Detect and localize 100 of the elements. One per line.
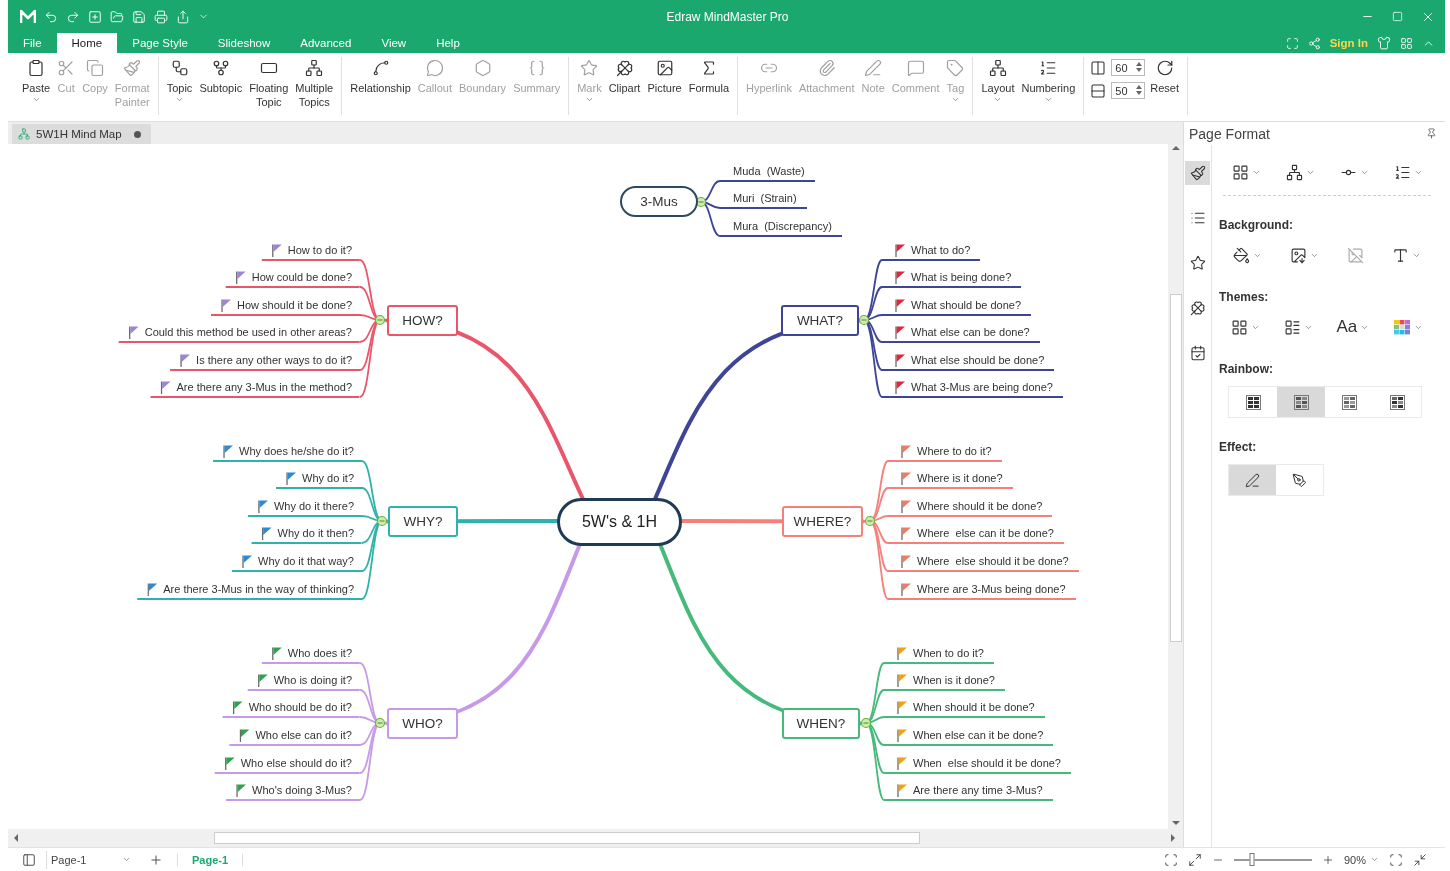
- subtopic[interactable]: When is it done?: [884, 671, 1005, 692]
- printer-icon[interactable]: [154, 9, 168, 24]
- ribbon-button[interactable]: Topic: [164, 57, 195, 115]
- numbered-list-icon[interactable]: [1393, 163, 1411, 181]
- page-select[interactable]: Page-1: [46, 850, 135, 869]
- text-box-icon[interactable]: [1392, 246, 1409, 264]
- collapse-icon[interactable]: [1413, 852, 1427, 867]
- subtopic-label[interactable]: Mura (Discrepancy): [720, 217, 843, 238]
- subtopic[interactable]: How should it be done?: [211, 296, 360, 317]
- subtopic[interactable]: Why do it then?: [251, 524, 362, 545]
- subtopic[interactable]: Are there any 3-Mus in the method?: [150, 378, 360, 399]
- hierarchy-icon[interactable]: [1285, 163, 1303, 181]
- main-topic[interactable]: WHO?: [387, 708, 458, 740]
- share-icon[interactable]: [1307, 36, 1321, 50]
- image-icon[interactable]: [1290, 246, 1307, 264]
- zoom-slider-thumb[interactable]: [1249, 853, 1255, 866]
- subtopic[interactable]: When else should it be done?: [884, 754, 1071, 775]
- grid-icon[interactable]: [1230, 318, 1248, 336]
- network-icon[interactable]: [305, 59, 324, 77]
- apps-icon[interactable]: [1400, 36, 1413, 50]
- subtopic[interactable]: What should be done?: [882, 296, 1032, 317]
- main-topic[interactable]: WHY?: [388, 506, 458, 538]
- subtopic[interactable]: What is being done?: [882, 268, 1022, 289]
- main-topic[interactable]: WHERE?: [782, 506, 863, 538]
- subtopic[interactable]: Where should it be done?: [888, 497, 1053, 518]
- subtopic[interactable]: What 3-Mus are being done?: [882, 378, 1063, 399]
- zoom-in-icon[interactable]: [1321, 853, 1334, 866]
- page-panel-icon[interactable]: [22, 852, 36, 867]
- subtopic[interactable]: Where are 3-Mus being done?: [888, 580, 1076, 601]
- subtopic[interactable]: When should it be done?: [884, 698, 1045, 719]
- ribbon-button[interactable]: Formula: [686, 57, 732, 115]
- subtopic[interactable]: Where is it done?: [888, 469, 1013, 490]
- effect-option[interactable]: [1229, 465, 1276, 495]
- subtopic[interactable]: Where to do it?: [888, 442, 1002, 463]
- spacing-field[interactable]: 50: [1111, 82, 1146, 99]
- shirt-icon[interactable]: [1377, 36, 1391, 50]
- subtopic[interactable]: What else should be done?: [882, 351, 1055, 372]
- subtopic[interactable]: Who does it?: [261, 644, 360, 665]
- dot-icon[interactable]: [133, 130, 141, 138]
- subtopic[interactable]: Are there any time 3-Mus?: [884, 781, 1053, 802]
- subtopic[interactable]: What to do?: [882, 241, 981, 262]
- reset-button[interactable]: Reset: [1148, 57, 1182, 115]
- subtopic[interactable]: Could this method be used in other areas?: [118, 323, 360, 344]
- document-tab[interactable]: 5W1H Mind Map: [12, 124, 151, 145]
- zoom-select[interactable]: 90%: [1343, 853, 1379, 866]
- subtopic[interactable]: Why do it there?: [247, 497, 362, 518]
- hierarchy-icon[interactable]: [989, 59, 1007, 77]
- main-topic[interactable]: WHAT?: [781, 305, 859, 337]
- numbered-list-icon[interactable]: [1039, 59, 1058, 77]
- fork-icon[interactable]: [211, 59, 230, 77]
- ribbon-button[interactable]: Layout: [979, 57, 1017, 115]
- subtopic[interactable]: Why do it?: [276, 469, 362, 490]
- collapse-icon[interactable]: [858, 315, 870, 326]
- subtopic[interactable]: Who is doing it?: [247, 671, 360, 692]
- main-topic[interactable]: HOW?: [387, 305, 458, 337]
- flowchart-icon[interactable]: [170, 59, 189, 77]
- ribbon-button[interactable]: Numbering: [1019, 57, 1078, 115]
- grid-icon[interactable]: [1231, 163, 1249, 181]
- menu-tab[interactable]: Home: [56, 33, 118, 53]
- color-palette-icon[interactable]: [1393, 319, 1412, 335]
- subtopic[interactable]: When to do it?: [884, 644, 994, 665]
- font-button[interactable]: Aa: [1336, 317, 1358, 337]
- subtopic[interactable]: When else can it be done?: [884, 726, 1054, 747]
- subtopic[interactable]: How could be done?: [225, 268, 360, 289]
- ribbon-button[interactable]: Picture: [645, 57, 684, 115]
- pin-icon[interactable]: [1426, 128, 1437, 139]
- subtopic[interactable]: Who's doing 3-Mus?: [226, 781, 360, 802]
- ribbon-button[interactable]: Relationship: [348, 57, 413, 115]
- horizontal-scrollbar[interactable]: [8, 829, 1183, 847]
- subtopic[interactable]: Where else should it be done?: [888, 552, 1079, 573]
- ribbon-button[interactable]: Floating Topic: [247, 57, 291, 115]
- subtopic[interactable]: Who else should do it?: [214, 754, 360, 775]
- subtopic[interactable]: Who else can do it?: [229, 726, 360, 747]
- fullscreen-icon[interactable]: [1187, 852, 1202, 867]
- floating-topic[interactable]: 3-Mus: [620, 186, 698, 218]
- central-topic[interactable]: 5W's & 1H: [557, 498, 682, 547]
- stepper-icon[interactable]: [1136, 62, 1143, 72]
- ribbon-button[interactable]: Paste: [20, 57, 53, 115]
- subtopic[interactable]: Where else can it be done?: [888, 524, 1064, 545]
- fit-page-icon[interactable]: [1163, 852, 1178, 867]
- subtopic-label[interactable]: Muda (Waste): [720, 162, 815, 183]
- paint-bucket-icon[interactable]: [1233, 246, 1250, 264]
- subtopic-label[interactable]: Muri (Strain): [720, 189, 807, 210]
- grid-list-icon[interactable]: [1283, 318, 1301, 336]
- curve-icon[interactable]: [371, 59, 390, 77]
- clipboard-icon[interactable]: [27, 59, 46, 77]
- subtopic[interactable]: Is there any other ways to do it?: [170, 351, 360, 372]
- subtopic[interactable]: How to do it?: [261, 241, 360, 262]
- ribbon-button[interactable]: Multiple Topics: [293, 57, 336, 115]
- main-topic[interactable]: WHEN?: [782, 708, 860, 740]
- stepper-icon[interactable]: [1136, 85, 1143, 95]
- reset-icon[interactable]: [1155, 59, 1174, 77]
- subtopic[interactable]: Are there 3-Mus in the way of thinking?: [137, 580, 362, 601]
- subtopic[interactable]: Why do it that way?: [232, 552, 362, 573]
- clover-icon[interactable]: [615, 59, 634, 77]
- ribbon-button[interactable]: Subtopic: [197, 57, 245, 115]
- folder-icon[interactable]: [110, 9, 124, 24]
- subtopic[interactable]: What else can be done?: [882, 323, 1040, 344]
- fit-width-icon[interactable]: [1389, 852, 1403, 867]
- ribbon-button[interactable]: Clipart: [606, 57, 643, 115]
